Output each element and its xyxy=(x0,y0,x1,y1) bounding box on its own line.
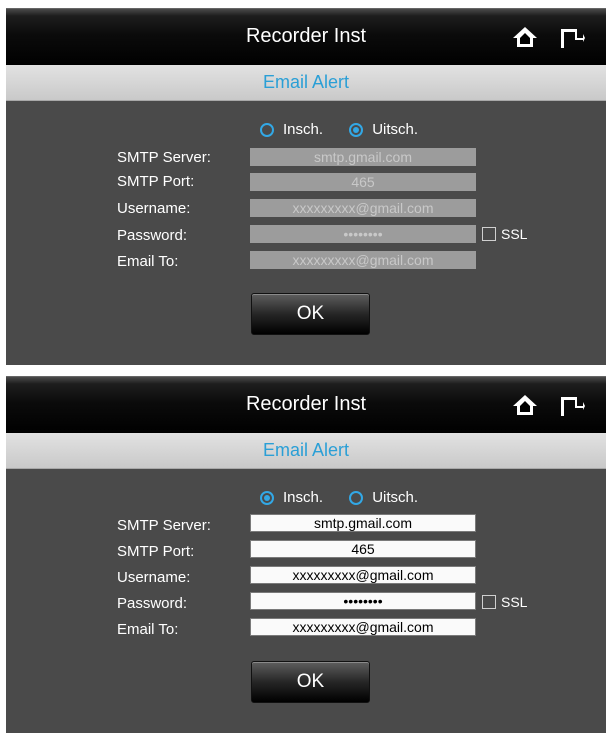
radio-off-label: Uitsch. xyxy=(372,121,419,138)
section-header: Email Alert xyxy=(6,65,606,101)
radio-off[interactable]: Uitsch. xyxy=(349,489,418,506)
radio-on-indicator xyxy=(260,122,274,137)
exit-icon[interactable] xyxy=(559,27,585,49)
ssl-checkbox-box xyxy=(482,227,496,241)
radio-on-indicator xyxy=(260,490,274,505)
section-title: Email Alert xyxy=(262,72,350,92)
radio-off[interactable]: Uitsch. xyxy=(349,121,418,138)
password-field[interactable] xyxy=(250,225,476,243)
username-label: Username: xyxy=(117,569,191,586)
section-title: Email Alert xyxy=(262,440,350,460)
ssl-label: SSL xyxy=(501,594,528,610)
password-label: Password: xyxy=(117,227,188,244)
smtp-server-field[interactable] xyxy=(250,148,476,166)
email-to-label: Email To: xyxy=(117,253,179,270)
exit-icon[interactable] xyxy=(559,395,585,417)
smtp-server-field[interactable] xyxy=(250,514,476,532)
email-alert-panel-enabled: Recorder Inst Email Alert Insch. Uitsch.… xyxy=(6,376,606,733)
email-to-label: Email To: xyxy=(117,621,179,638)
smtp-server-label: SMTP Server: xyxy=(117,149,211,166)
radio-on[interactable]: Insch. xyxy=(260,489,323,506)
section-header: Email Alert xyxy=(6,433,606,469)
title-bar: Recorder Inst xyxy=(6,8,606,66)
ok-button[interactable]: OK xyxy=(251,661,370,703)
email-alert-panel-disabled: Recorder Inst Email Alert Insch. Uitsch.… xyxy=(6,8,606,365)
radio-off-label: Uitsch. xyxy=(372,489,419,506)
radio-on-label: Insch. xyxy=(283,489,324,506)
smtp-port-field[interactable] xyxy=(250,540,476,558)
username-field[interactable] xyxy=(250,566,476,584)
ssl-checkbox-box xyxy=(482,595,496,609)
radio-on[interactable]: Insch. xyxy=(260,121,323,138)
ssl-checkbox[interactable]: SSL xyxy=(482,226,527,242)
radio-on-label: Insch. xyxy=(283,121,324,138)
smtp-port-label: SMTP Port: xyxy=(117,173,195,190)
alert-toggle: Insch. Uitsch. xyxy=(260,489,440,509)
radio-off-indicator xyxy=(349,122,364,137)
alert-toggle: Insch. Uitsch. xyxy=(260,121,440,141)
ssl-label: SSL xyxy=(501,226,528,242)
password-label: Password: xyxy=(117,595,188,612)
username-field[interactable] xyxy=(250,199,476,217)
smtp-port-field[interactable] xyxy=(250,173,476,191)
email-to-field[interactable] xyxy=(250,618,476,636)
smtp-server-label: SMTP Server: xyxy=(117,517,211,534)
password-field[interactable] xyxy=(250,592,476,610)
username-label: Username: xyxy=(117,200,191,217)
home-icon[interactable] xyxy=(512,394,538,416)
title-bar: Recorder Inst xyxy=(6,376,606,434)
home-icon[interactable] xyxy=(512,26,538,48)
email-to-field[interactable] xyxy=(250,251,476,269)
ssl-checkbox[interactable]: SSL xyxy=(482,594,527,610)
radio-off-indicator xyxy=(349,490,364,505)
smtp-port-label: SMTP Port: xyxy=(117,543,195,560)
ok-button[interactable]: OK xyxy=(251,293,370,335)
